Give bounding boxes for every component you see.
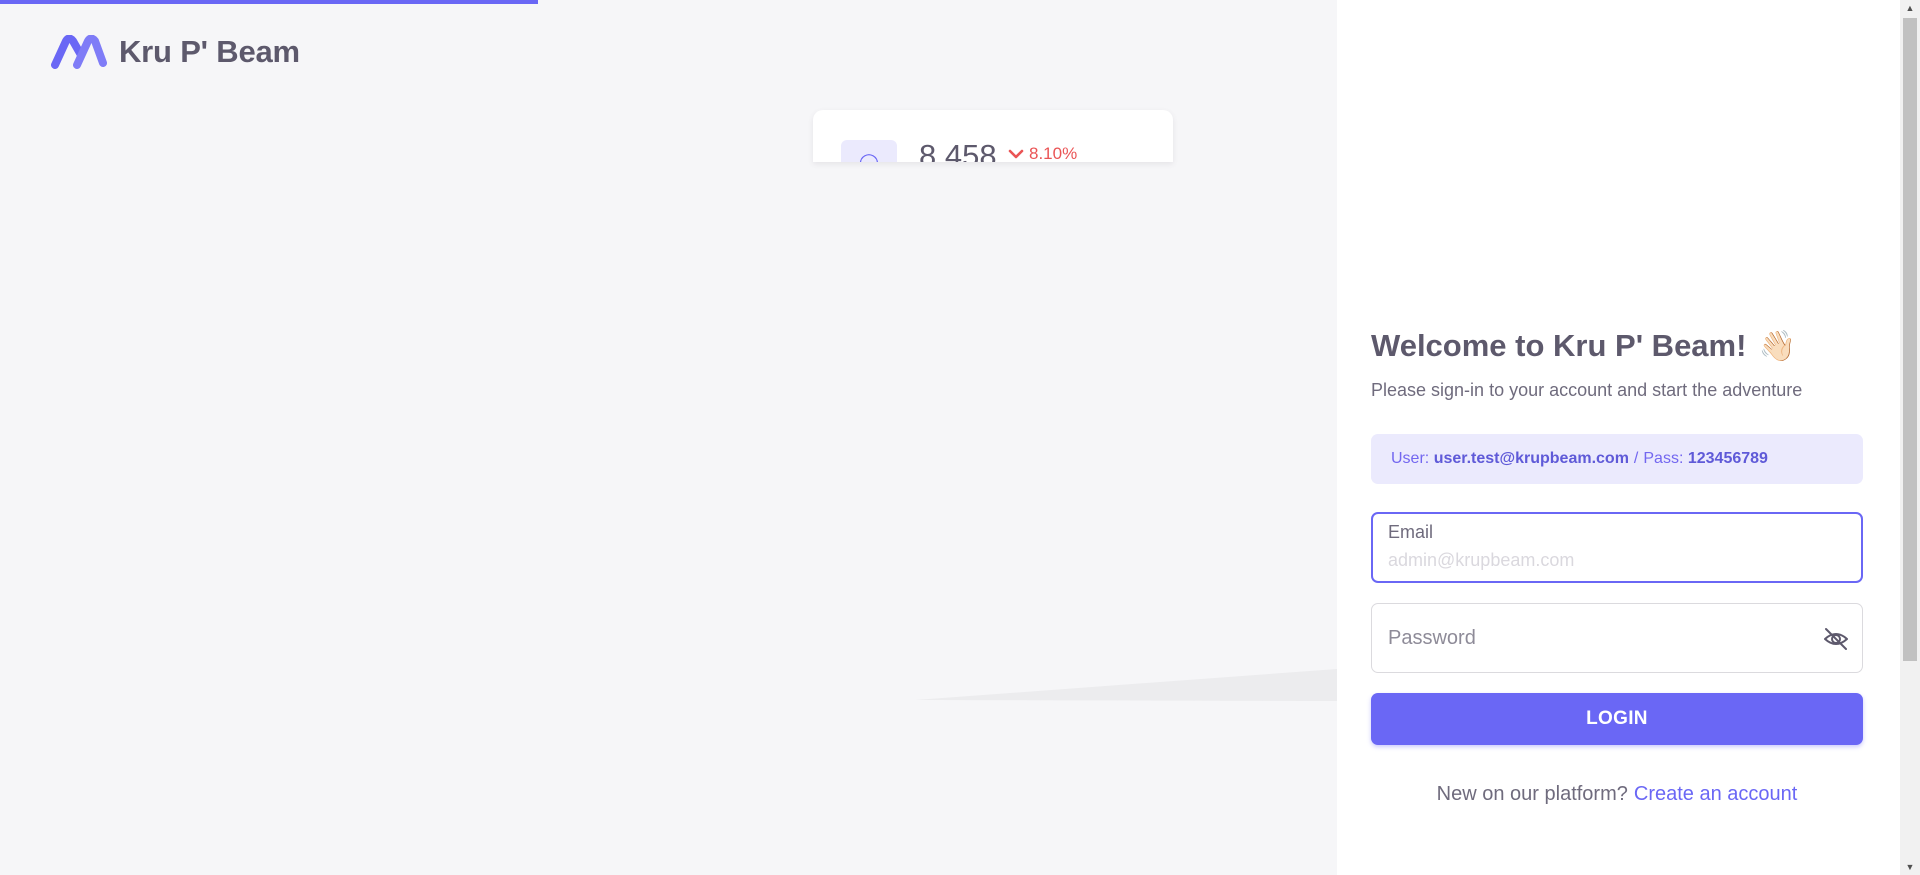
- email-label: Email: [1388, 522, 1434, 542]
- credentials-separator: /: [1633, 450, 1639, 467]
- credentials-pass-label: Pass:: [1643, 450, 1684, 467]
- email-field: Email: [1371, 512, 1863, 583]
- stat-change: 8.10%: [1029, 144, 1078, 162]
- background-floor-shape: [915, 669, 1337, 701]
- brand[interactable]: Kru P' Beam: [51, 34, 300, 70]
- create-account-link[interactable]: Create an account: [1634, 783, 1797, 805]
- scroll-thumb[interactable]: [1903, 18, 1917, 661]
- eye-off-icon[interactable]: [1822, 626, 1850, 652]
- chevron-down-icon: [1008, 149, 1024, 159]
- page-scrollbar[interactable]: ▲ ▼: [1900, 0, 1920, 875]
- auth-panel: Welcome to Kru P' Beam! 👋🏻 Please sign-i…: [1337, 0, 1900, 875]
- password-input[interactable]: [1388, 625, 1788, 651]
- brand-name: Kru P' Beam: [119, 34, 300, 69]
- credentials-pass-value: 123456789: [1687, 450, 1768, 467]
- signup-prompt: New on our platform? Create an account: [1371, 783, 1863, 806]
- user-icon: ◯: [841, 140, 897, 162]
- welcome-title-text: Welcome to Kru P' Beam!: [1371, 328, 1747, 363]
- password-field: [1371, 603, 1863, 673]
- login-button[interactable]: LOGIN: [1371, 693, 1863, 745]
- scroll-down-arrow-icon[interactable]: ▼: [1900, 859, 1920, 875]
- welcome-title: Welcome to Kru P' Beam! 👋🏻: [1371, 328, 1796, 364]
- credentials-user-value: user.test@krupbeam.com: [1433, 450, 1629, 467]
- demo-credentials-alert: User: user.test@krupbeam.com / Pass: 12345…: [1371, 434, 1863, 484]
- email-input[interactable]: [1388, 548, 1828, 572]
- m-wave-logo-icon: [51, 35, 107, 69]
- page-loading-progress-bar: [0, 0, 538, 4]
- stat-card: ◯ 8,458 8.10%: [813, 110, 1173, 162]
- waving-hand-icon: 👋🏻: [1758, 329, 1796, 363]
- signup-prompt-text: New on our platform?: [1436, 783, 1628, 805]
- credentials-user-label: User:: [1391, 450, 1430, 467]
- stat-value: 8,458: [919, 138, 997, 162]
- login-subtitle: Please sign-in to your account and start…: [1371, 380, 1803, 400]
- stat-trend: 8.10%: [1007, 144, 1077, 162]
- scroll-up-arrow-icon[interactable]: ▲: [1900, 0, 1920, 16]
